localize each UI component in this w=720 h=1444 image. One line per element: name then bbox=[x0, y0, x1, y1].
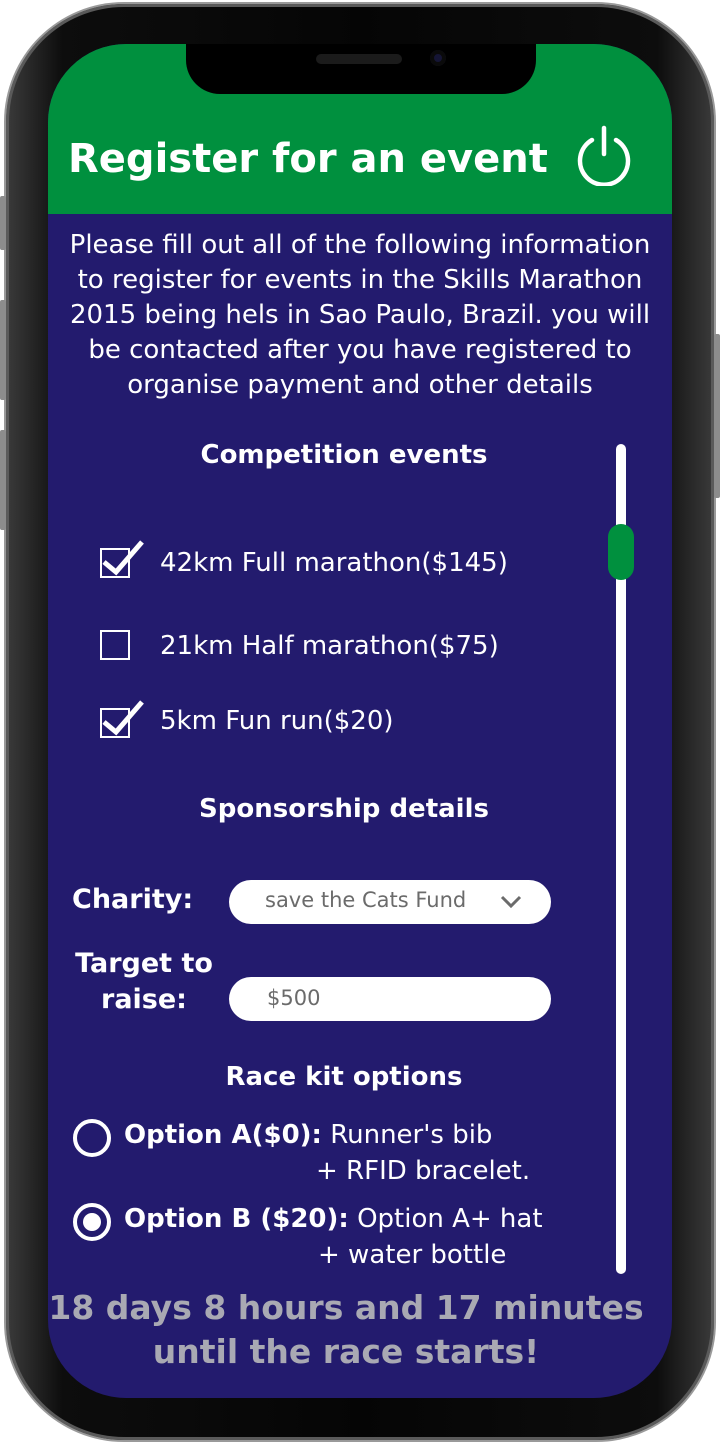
sponsorship-heading: Sponsorship details bbox=[199, 794, 489, 824]
intro-text: Please fill out all of the following inf… bbox=[54, 228, 666, 403]
countdown-text: 18 days 8 hours and 17 minutes until the… bbox=[48, 1286, 644, 1374]
device-notch bbox=[186, 44, 536, 94]
target-input-box[interactable] bbox=[229, 977, 551, 1021]
speaker-grille bbox=[316, 54, 402, 64]
silent-switch bbox=[0, 196, 6, 250]
option-b-name: Option B ($20): bbox=[124, 1204, 349, 1234]
target-input[interactable] bbox=[267, 986, 527, 1010]
app-screen: Register for an event Please fill out al… bbox=[48, 44, 672, 1398]
target-label-line: Target to bbox=[75, 948, 213, 979]
countdown-line: until the race starts! bbox=[152, 1332, 540, 1371]
radio-option-b[interactable] bbox=[73, 1203, 111, 1241]
competition-heading: Competition events bbox=[200, 440, 488, 470]
intro-line: Please fill out all of the following inf… bbox=[69, 230, 651, 260]
page-title: Register for an event bbox=[68, 136, 548, 182]
scrollbar-thumb[interactable] bbox=[608, 524, 634, 580]
volume-down-button bbox=[0, 430, 6, 530]
power-icon bbox=[577, 125, 631, 187]
option-b-desc-line2: + water bottle bbox=[318, 1240, 507, 1270]
front-camera bbox=[430, 50, 446, 66]
radio-selected-dot bbox=[83, 1213, 101, 1231]
target-label: Target to raise: bbox=[72, 946, 216, 1018]
race-kit-heading: Race kit options bbox=[225, 1062, 463, 1092]
intro-line: 2015 being hels in Sao Paulo, Brazil. yo… bbox=[69, 300, 651, 330]
chevron-down-icon bbox=[500, 895, 522, 909]
event-label-half-marathon: 21km Half marathon($75) bbox=[160, 631, 499, 661]
event-label-full-marathon: 42km Full marathon($145) bbox=[160, 548, 508, 578]
target-label-line: raise: bbox=[101, 984, 187, 1015]
checkbox-full-marathon[interactable] bbox=[100, 540, 144, 578]
power-button[interactable] bbox=[576, 124, 632, 187]
option-a-name: Option A($0): bbox=[124, 1120, 322, 1150]
option-a-desc-line2: + RFID bracelet. bbox=[316, 1156, 531, 1186]
checkmark-icon bbox=[102, 540, 144, 576]
charity-label: Charity: bbox=[72, 884, 194, 915]
countdown-line: 18 days 8 hours and 17 minutes bbox=[48, 1288, 644, 1327]
intro-line: to register for events in the Skills Mar… bbox=[77, 265, 643, 295]
checkbox-fun-run[interactable] bbox=[100, 700, 144, 738]
checkmark-icon bbox=[102, 700, 144, 736]
option-a-line1: Option A($0): Runner's bib bbox=[124, 1120, 492, 1150]
charity-select[interactable]: save the Cats Fund bbox=[229, 880, 551, 924]
volume-up-button bbox=[0, 300, 6, 400]
option-b-desc: Option A+ hat bbox=[357, 1204, 543, 1234]
radio-option-a[interactable] bbox=[73, 1119, 111, 1157]
charity-select-value: save the Cats Fund bbox=[265, 888, 467, 912]
option-a-desc: Runner's bib bbox=[330, 1120, 493, 1150]
intro-line: be contacted after you have registered t… bbox=[88, 335, 632, 365]
intro-line: organise payment and other details bbox=[127, 370, 593, 400]
event-label-fun-run: 5km Fun run($20) bbox=[160, 706, 394, 736]
side-power-button bbox=[714, 334, 720, 498]
option-b-line1: Option B ($20): Option A+ hat bbox=[124, 1204, 543, 1234]
checkbox-half-marathon[interactable] bbox=[100, 630, 130, 660]
